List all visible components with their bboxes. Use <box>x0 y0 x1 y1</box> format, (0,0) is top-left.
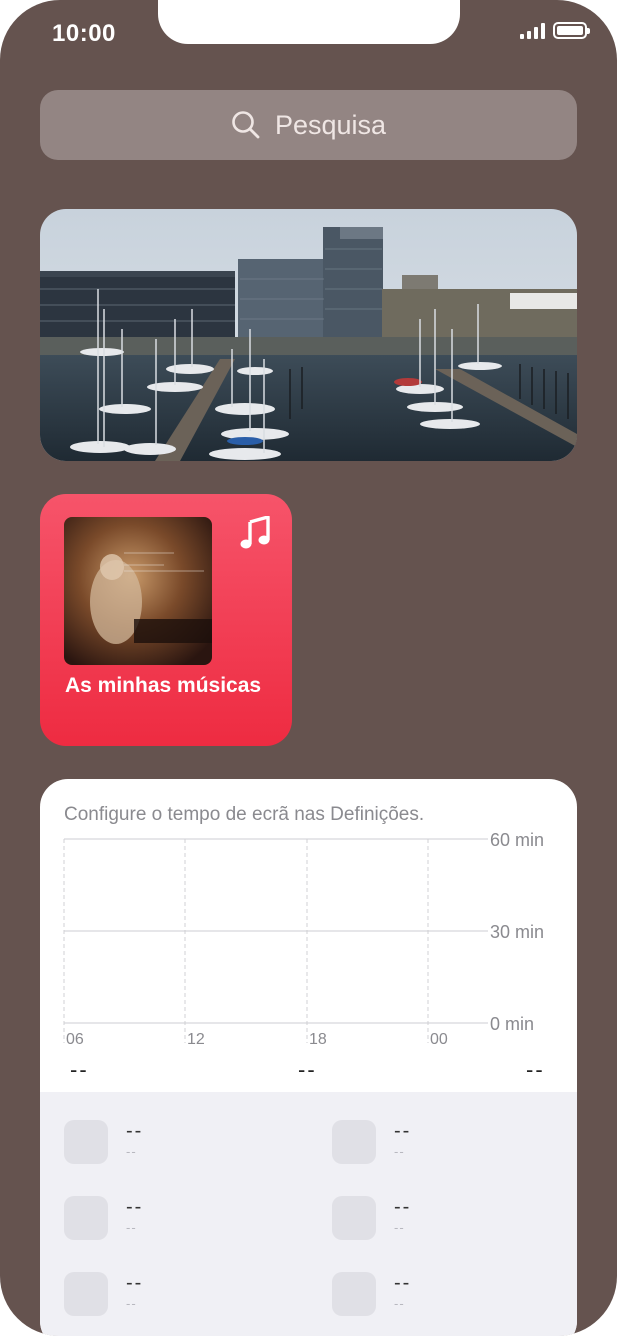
photo-image <box>40 209 577 461</box>
music-note-icon <box>240 516 270 549</box>
app-usage-item[interactable]: -- -- <box>332 1120 411 1164</box>
app-usage-value: -- <box>126 1272 144 1294</box>
summary-value-2: -- <box>298 1057 317 1082</box>
battery-icon <box>553 22 590 39</box>
app-placeholder-icon <box>64 1196 108 1240</box>
x-tick-12: 12 <box>187 1031 205 1048</box>
y-tick-0: 0 min <box>490 1014 534 1034</box>
app-placeholder-icon <box>332 1272 376 1316</box>
y-tick-60: 60 min <box>490 830 544 850</box>
search-bar[interactable]: Pesquisa <box>40 90 577 160</box>
app-usage-value: -- <box>394 1120 412 1142</box>
search-label: Pesquisa <box>274 109 387 140</box>
app-usage-value: -- <box>126 1120 144 1142</box>
screen-time-widget[interactable]: Configure o tempo de ecrã nas Definições… <box>40 779 577 1336</box>
x-tick-00: 00 <box>430 1031 448 1048</box>
app-usage-item[interactable]: -- -- <box>64 1272 143 1316</box>
app-usage-sub: -- <box>394 1296 405 1311</box>
search-icon <box>232 111 260 139</box>
summary-value-1: -- <box>70 1057 89 1082</box>
status-icons <box>520 22 590 39</box>
screen-time-chart: 60 min 30 min 0 min 06 12 18 00 <box>63 830 544 1048</box>
app-usage-item[interactable]: -- -- <box>332 1272 411 1316</box>
app-placeholder-icon <box>332 1120 376 1164</box>
app-usage-item[interactable]: -- -- <box>64 1120 143 1164</box>
app-usage-item[interactable]: -- -- <box>332 1196 411 1240</box>
album-artwork <box>64 517 212 665</box>
photos-widget[interactable] <box>40 209 577 461</box>
app-usage-sub: -- <box>126 1220 137 1235</box>
cellular-signal-icon <box>520 22 545 39</box>
app-usage-value: -- <box>394 1196 412 1218</box>
app-usage-sub: -- <box>394 1144 405 1159</box>
home-screen: 10:00 Pesquisa As minhas músicas Configu… <box>0 0 617 1336</box>
app-usage-list: -- -- -- -- -- -- -- -- -- -- -- -- <box>40 1092 577 1336</box>
music-widget-title: As minhas músicas <box>65 674 262 697</box>
app-usage-value: -- <box>394 1272 412 1294</box>
x-tick-06: 06 <box>66 1031 84 1048</box>
x-tick-18: 18 <box>309 1031 327 1048</box>
summary-value-3: -- <box>526 1057 545 1082</box>
notch <box>158 0 460 44</box>
app-usage-sub: -- <box>394 1220 405 1235</box>
app-usage-sub: -- <box>126 1296 137 1311</box>
app-usage-item[interactable]: -- -- <box>64 1196 143 1240</box>
app-placeholder-icon <box>64 1272 108 1316</box>
app-placeholder-icon <box>64 1120 108 1164</box>
app-usage-value: -- <box>126 1196 144 1218</box>
app-usage-sub: -- <box>126 1144 137 1159</box>
y-tick-30: 30 min <box>490 922 544 942</box>
music-widget[interactable]: As minhas músicas <box>40 494 292 746</box>
status-time: 10:00 <box>52 20 116 47</box>
app-placeholder-icon <box>332 1196 376 1240</box>
